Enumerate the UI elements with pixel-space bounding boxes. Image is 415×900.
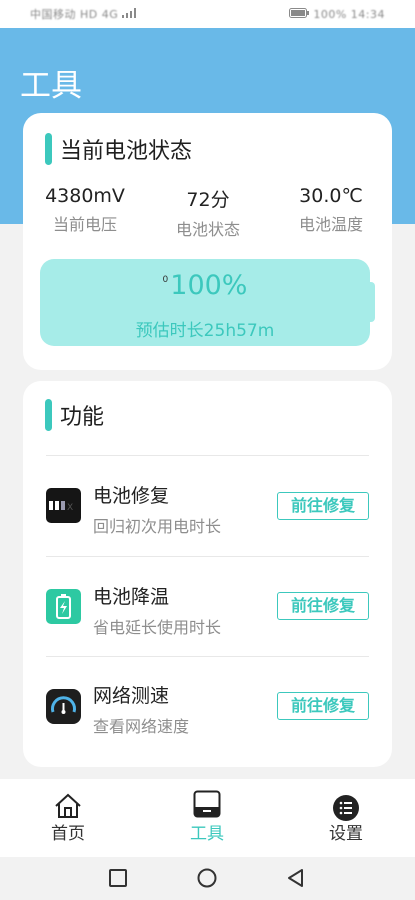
feature-desc-repair: 回归初次用电时长 — [93, 517, 222, 536]
voltage-stat: 4380mV 当前电压 — [25, 185, 145, 235]
battery-percent-value: 100% — [170, 270, 248, 301]
feature-title-repair: 电池修复 — [93, 485, 170, 507]
page-title: 工具 — [20, 68, 82, 104]
speedometer-icon — [46, 689, 81, 724]
home-icon — [55, 793, 81, 818]
home-nav-icon[interactable] — [197, 868, 217, 888]
feature-title-cool: 电池降温 — [93, 586, 170, 608]
battery-repair-icon: X — [46, 488, 81, 523]
divider — [46, 656, 369, 657]
back-icon[interactable] — [286, 868, 304, 888]
functions-card-header: 功能 — [45, 399, 104, 431]
status-bar: 中国移动 HD 4G 100% 14:34 — [0, 0, 415, 28]
divider — [46, 455, 369, 456]
svg-text:X: X — [67, 503, 73, 513]
title-accent-bar — [45, 133, 52, 165]
tab-settings-label: 设置 — [329, 824, 363, 844]
battery-card-header: 当前电池状态 — [45, 133, 192, 165]
clock-text: 100% 14:34 — [313, 7, 385, 21]
bottom-tab-bar: 首页 工具 设置 — [0, 779, 415, 857]
battery-status-icon — [289, 7, 310, 21]
health-label: 电池状态 — [175, 220, 240, 239]
title-accent-bar — [45, 399, 52, 431]
health-value: 72分 — [186, 189, 230, 211]
temperature-value: 30.0℃ — [299, 185, 363, 207]
tab-home-label: 首页 — [51, 824, 85, 844]
voltage-label: 当前电压 — [52, 215, 117, 234]
health-stat: 72分 电池状态 — [148, 185, 268, 240]
feature-title-speed: 网络测速 — [93, 685, 170, 707]
system-nav-bar — [0, 857, 415, 900]
speedtest-button[interactable]: 前往修复 — [277, 692, 369, 720]
settings-list-icon — [333, 795, 359, 821]
tab-home[interactable]: 首页 — [23, 779, 113, 857]
feature-desc-cool: 省电延长使用时长 — [93, 618, 222, 637]
battery-card-title: 当前电池状态 — [60, 139, 193, 164]
cool-button[interactable]: 前往修复 — [277, 592, 369, 620]
toolbox-icon — [193, 790, 221, 818]
signal-icon — [122, 7, 137, 21]
recent-apps-icon[interactable] — [109, 869, 127, 887]
feature-desc-speed: 查看网络速度 — [93, 717, 190, 736]
battery-estimate: 预估时长25h57m — [135, 321, 275, 341]
battery-percent: 0100% — [40, 270, 370, 301]
battery-cool-icon — [46, 589, 81, 624]
carrier-text: 中国移动 HD 4G — [30, 8, 119, 21]
voltage-value: 4380mV — [45, 185, 125, 207]
tab-tools[interactable]: 工具 — [162, 779, 252, 857]
divider — [46, 556, 369, 557]
temperature-stat: 30.0℃ 电池温度 — [271, 185, 391, 235]
battery-percent-prefix: 0 — [162, 275, 169, 285]
functions-card-title: 功能 — [60, 405, 105, 430]
temperature-label: 电池温度 — [298, 215, 363, 234]
repair-button[interactable]: 前往修复 — [277, 492, 369, 520]
tab-settings[interactable]: 设置 — [301, 779, 391, 857]
tab-tools-label: 工具 — [190, 824, 224, 844]
